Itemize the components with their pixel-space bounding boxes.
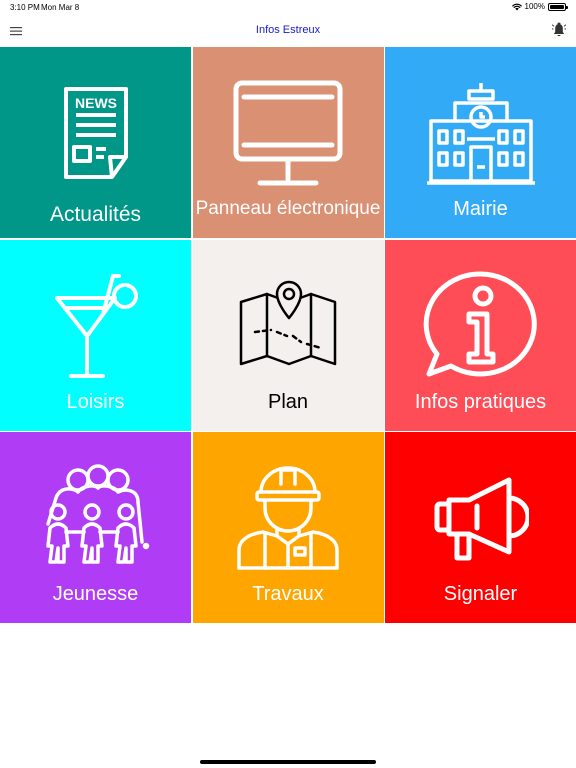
home-indicator[interactable] xyxy=(200,760,376,764)
tile-plan[interactable]: Plan xyxy=(192,239,384,431)
tile-label: Plan xyxy=(267,390,309,413)
nav-bar: Infos Estreux xyxy=(0,14,576,48)
status-right: 100% xyxy=(511,2,568,11)
tile-panneau-electronique[interactable]: Panneau électronique xyxy=(192,47,384,238)
battery-percent: 100% xyxy=(524,2,545,11)
map-icon xyxy=(239,280,337,365)
tile-jeunesse[interactable]: Jeunesse xyxy=(0,432,191,623)
megaphone-icon xyxy=(434,477,529,561)
status-time: 3:10 PM xyxy=(10,3,40,12)
status-bar: 3:10 PM Mon Mar 8 100% xyxy=(0,0,576,14)
wifi-icon xyxy=(511,3,522,10)
newspaper-icon: NEWS xyxy=(63,87,128,179)
cocktail-icon xyxy=(54,273,138,378)
tile-loisirs[interactable]: Loisirs xyxy=(0,239,191,431)
tile-mairie[interactable]: Mairie xyxy=(385,47,576,238)
town-hall-icon xyxy=(426,83,535,185)
page-title: Infos Estreux xyxy=(255,24,321,36)
bell-icon[interactable] xyxy=(551,22,567,38)
construction-worker-icon xyxy=(237,466,339,570)
tile-signaler[interactable]: Signaler xyxy=(385,432,576,623)
tile-actualites[interactable]: NEWS Actualités xyxy=(0,47,191,238)
youth-group-icon xyxy=(45,464,149,564)
battery-icon xyxy=(548,2,568,11)
tile-label: Actualités xyxy=(49,203,142,226)
tile-label: Jeunesse xyxy=(52,583,139,605)
tile-travaux[interactable]: Travaux xyxy=(192,432,384,623)
status-date: Mon Mar 8 xyxy=(41,3,80,12)
tile-label: Infos pratiques xyxy=(414,390,547,413)
tile-label: Loisirs xyxy=(66,390,125,413)
tile-infos-pratiques[interactable]: Infos pratiques xyxy=(385,239,576,431)
svg-text:NEWS: NEWS xyxy=(75,95,117,111)
tile-label: Panneau électronique xyxy=(195,198,381,219)
monitor-icon xyxy=(233,80,343,186)
menu-grid: NEWS Actualités Panneau électronique Mai… xyxy=(0,47,576,623)
tile-label: Mairie xyxy=(453,198,508,220)
tile-label: Signaler xyxy=(443,583,518,605)
info-bubble-icon xyxy=(423,270,537,376)
tile-label: Travaux xyxy=(252,583,324,605)
